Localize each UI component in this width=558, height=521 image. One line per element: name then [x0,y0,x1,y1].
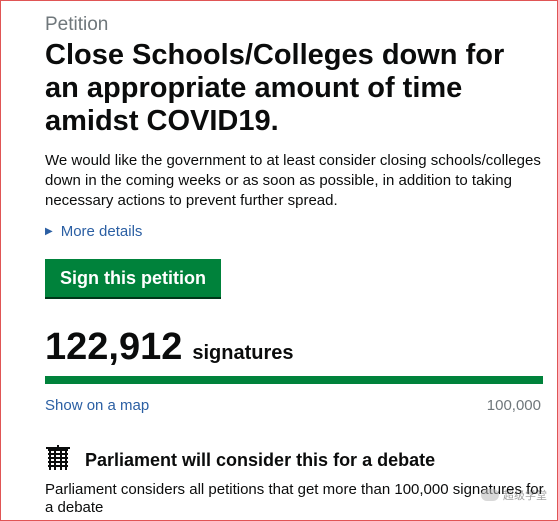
show-on-map-link[interactable]: Show on a map [45,397,149,414]
petition-title: Close Schools/Colleges down for an appro… [45,39,505,137]
watermark: 超级学堂 [481,487,547,503]
petition-card: Petition Close Schools/Colleges down for… [0,0,558,521]
wechat-icon [481,489,499,501]
debate-description: Parliament considers all petitions that … [45,481,544,516]
more-details-toggle[interactable]: ▶ More details [45,223,142,240]
signature-count-row: 122,912 signatures [45,326,294,369]
petition-description: We would like the government to at least… [45,152,541,209]
signature-count: 122,912 [45,326,183,368]
triangle-right-icon: ▶ [45,226,53,237]
signature-count-label: signatures [192,342,294,364]
watermark-text: 超级学堂 [503,490,547,502]
signature-progress-fill [45,376,543,384]
portcullis-icon [46,445,70,470]
debate-heading: Parliament will consider this for a deba… [85,450,436,470]
signature-progress-bar [45,376,543,384]
more-details-label: More details [60,223,143,240]
page-kicker: Petition [45,14,109,35]
signature-threshold: 100,000 [486,397,541,414]
sign-petition-button[interactable]: Sign this petition [45,259,221,297]
